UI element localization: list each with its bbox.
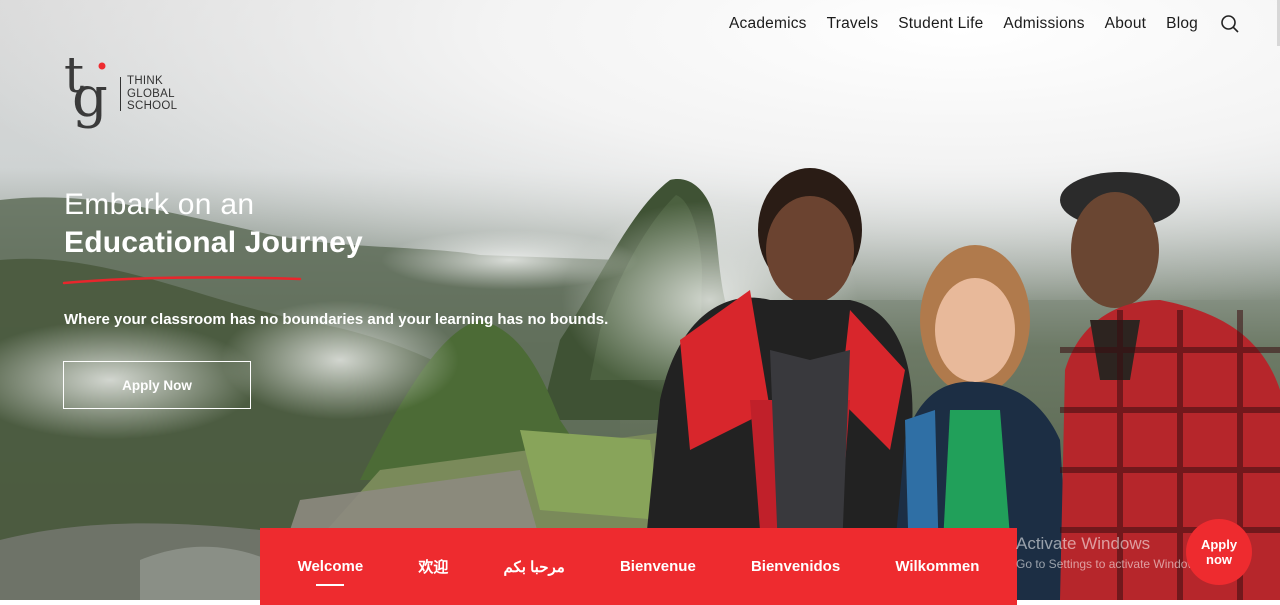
nav-about[interactable]: About [1105,15,1147,33]
welcome-spanish[interactable]: Bienvenidos [751,558,840,575]
logo-line-1: THINK [127,75,163,88]
watermark-subtitle: Go to Settings to activate Windows. [1016,557,1206,571]
tg-logo-icon: t g [64,46,108,130]
school-logo[interactable]: t g THINK GLOBAL SCHOOL [62,44,177,144]
nav-academics[interactable]: Academics [729,15,807,33]
floating-apply-line-1: Apply [1200,537,1238,552]
welcome-arabic[interactable]: مرحبا بكم [504,558,565,576]
nav-student-life[interactable]: Student Life [898,15,983,33]
welcome-french[interactable]: Bienvenue [620,558,696,575]
search-icon[interactable] [1220,14,1240,34]
logo-wordmark: THINK GLOBAL SCHOOL [127,75,177,113]
welcome-language-bar: Welcome 欢迎 مرحبا بكم Bienvenue Bienvenid… [260,528,1017,605]
hero-headline-line-1: Embark on an [64,188,255,221]
apply-now-button[interactable]: Apply Now [63,361,251,409]
hero-banner [0,0,1280,600]
logo-divider [120,77,121,111]
activate-windows-watermark: Activate Windows Go to Settings to activ… [1016,534,1205,571]
mist [380,230,640,290]
nav-travels[interactable]: Travels [827,15,879,33]
floating-apply-now-button[interactable]: Apply now [1186,519,1252,585]
main-nav: Academics Travels Student Life Admission… [729,14,1240,34]
floating-apply-line-2: now [1206,552,1232,567]
nav-blog[interactable]: Blog [1166,15,1198,33]
hero-headline-line-2: Educational Journey [64,226,363,259]
welcome-chinese[interactable]: 欢迎 [418,556,448,577]
logo-line-3: SCHOOL [127,100,178,113]
welcome-german[interactable]: Wilkommen [895,558,979,575]
watermark-title: Activate Windows [1016,534,1151,553]
nav-admissions[interactable]: Admissions [1003,15,1084,33]
hero-tagline: Where your classroom has no boundaries a… [64,311,609,328]
headline-underline-decoration [62,276,302,285]
welcome-english[interactable]: Welcome [298,558,363,586]
logo-line-2: GLOBAL [127,87,175,100]
svg-text:g: g [72,65,108,130]
